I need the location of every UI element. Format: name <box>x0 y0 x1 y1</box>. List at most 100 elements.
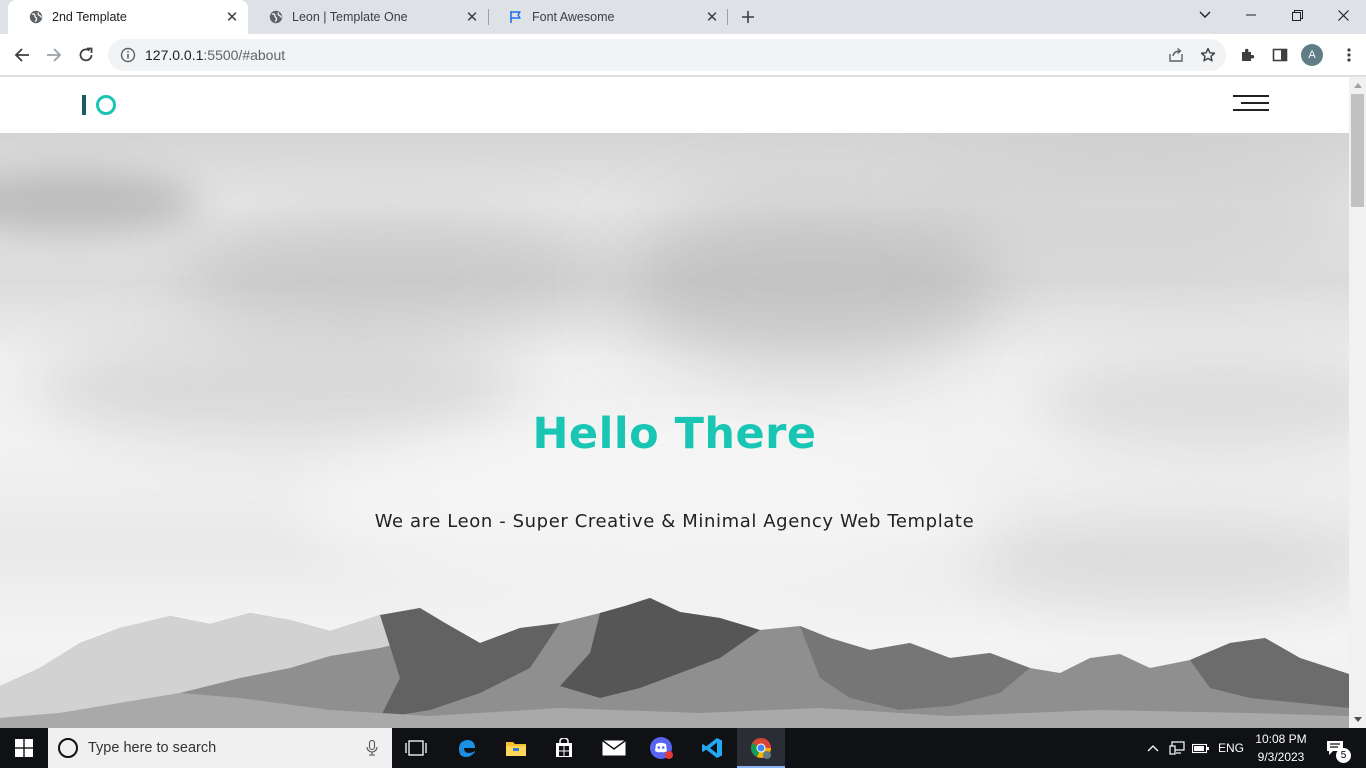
site-logo[interactable] <box>82 93 116 117</box>
vscode-icon <box>702 738 722 758</box>
tab-leon-template-one[interactable]: Leon | Template One ✕ <box>248 0 488 34</box>
close-window-button[interactable] <box>1320 0 1366 30</box>
hero-subtitle: We are Leon - Super Creative & Minimal A… <box>374 511 975 532</box>
tab-strip: 2nd Template ✕ Leon | Template One ✕ Fon… <box>0 0 1366 34</box>
task-view-button[interactable] <box>392 728 440 768</box>
profile-avatar[interactable]: A <box>1301 44 1323 66</box>
language-indicator[interactable]: ENG <box>1216 741 1246 755</box>
clock-date[interactable]: 9/3/2023 <box>1252 750 1310 764</box>
close-tab-icon[interactable]: ✕ <box>462 7 482 27</box>
page-viewport: Hello There We are Leon - Super Creative… <box>0 77 1349 728</box>
store-bag-icon <box>556 738 572 757</box>
battery-icon <box>1192 743 1209 754</box>
taskbar-chrome[interactable] <box>737 728 785 768</box>
forward-button[interactable] <box>39 40 69 70</box>
mail-icon <box>602 740 626 756</box>
mountain-range-image <box>0 598 1349 728</box>
chevron-down-icon <box>1199 11 1211 18</box>
notification-count-badge: 5 <box>1336 748 1351 763</box>
show-hidden-icons-button[interactable] <box>1143 728 1163 768</box>
tab-title: Leon | Template One <box>292 10 408 24</box>
windows-logo-icon <box>15 739 33 757</box>
share-button[interactable] <box>1161 40 1191 70</box>
tab-title: 2nd Template <box>52 10 127 24</box>
cloud-shade <box>900 143 1349 263</box>
taskbar-discord[interactable] <box>638 728 686 768</box>
hamburger-menu-button[interactable] <box>1233 95 1269 115</box>
tab-2nd-template[interactable]: 2nd Template ✕ <box>8 0 248 34</box>
cloud-shade <box>0 173 200 233</box>
tab-title: Font Awesome <box>532 10 615 24</box>
bookmark-button[interactable] <box>1193 40 1223 70</box>
search-placeholder: Type here to search <box>88 740 217 756</box>
restore-button[interactable] <box>1274 0 1320 30</box>
extensions-button[interactable] <box>1233 40 1263 70</box>
menu-button[interactable] <box>1334 40 1364 70</box>
url-path: :5500/#about <box>203 47 286 63</box>
url-host: 127.0.0.1 <box>145 47 204 63</box>
arrow-left-icon <box>14 48 29 62</box>
reload-button[interactable] <box>71 40 101 70</box>
scroll-up-arrow[interactable] <box>1349 77 1366 94</box>
page-scrollbar[interactable] <box>1349 77 1366 728</box>
chrome-icon <box>751 738 771 759</box>
arrow-right-icon <box>47 48 62 62</box>
side-panel-icon <box>1272 48 1288 62</box>
new-tab-button[interactable] <box>736 5 760 29</box>
share-icon <box>1169 47 1183 62</box>
logo-bar <box>82 95 86 115</box>
flag-icon <box>508 9 524 25</box>
network-icon <box>1169 741 1185 755</box>
hamburger-line <box>1241 102 1269 104</box>
close-tab-icon[interactable]: ✕ <box>702 7 722 27</box>
side-panel-button[interactable] <box>1265 40 1295 70</box>
close-icon <box>1337 9 1349 21</box>
windows-taskbar: Type here to search ENG 10:08 PM 9/3/202… <box>0 728 1366 768</box>
more-vertical-icon <box>1347 48 1351 62</box>
globe-icon <box>28 9 44 25</box>
globe-icon <box>268 9 284 25</box>
taskbar-search-box[interactable]: Type here to search <box>48 728 392 768</box>
star-icon <box>1200 47 1216 62</box>
taskbar-mail[interactable] <box>590 728 638 768</box>
info-icon[interactable] <box>118 45 138 65</box>
cloud-shade <box>180 213 600 333</box>
chevron-up-icon <box>1147 745 1159 752</box>
hero-title: Hello There <box>532 409 817 459</box>
taskbar-file-explorer[interactable] <box>492 728 540 768</box>
network-button[interactable] <box>1166 728 1188 768</box>
start-button[interactable] <box>0 728 48 768</box>
discord-icon <box>650 737 673 759</box>
site-navbar <box>0 77 1349 133</box>
tab-search-button[interactable] <box>1182 0 1228 30</box>
microphone-icon[interactable] <box>366 740 378 756</box>
tab-separator <box>727 9 728 25</box>
restore-icon <box>1291 9 1303 21</box>
edge-icon <box>459 740 475 757</box>
folder-icon <box>506 742 526 756</box>
taskbar-store[interactable] <box>540 728 588 768</box>
cortana-icon <box>58 738 78 758</box>
taskbar-vscode[interactable] <box>688 728 736 768</box>
back-button[interactable] <box>7 40 37 70</box>
reload-icon <box>79 47 93 62</box>
minimize-button[interactable] <box>1228 0 1274 30</box>
hamburger-line <box>1233 95 1269 97</box>
browser-toolbar: 127.0.0.1:5500/#about A <box>0 34 1366 76</box>
plus-icon <box>742 11 754 23</box>
address-bar[interactable]: 127.0.0.1:5500/#about <box>108 39 1226 71</box>
taskbar-edge[interactable] <box>443 728 491 768</box>
close-tab-icon[interactable]: ✕ <box>222 7 242 27</box>
clock-time[interactable]: 10:08 PM <box>1252 732 1310 746</box>
scroll-down-arrow[interactable] <box>1349 711 1366 728</box>
tab-font-awesome[interactable]: Font Awesome ✕ <box>488 0 728 34</box>
action-center-button[interactable]: 5 <box>1318 728 1352 768</box>
battery-button[interactable] <box>1190 728 1212 768</box>
hamburger-line <box>1233 109 1269 111</box>
url-text: 127.0.0.1:5500/#about <box>145 47 285 63</box>
puzzle-icon <box>1242 48 1255 61</box>
logo-ring <box>96 95 116 115</box>
scroll-thumb[interactable] <box>1351 94 1364 207</box>
hero-section: Hello There We are Leon - Super Creative… <box>0 133 1349 728</box>
minimize-icon <box>1246 14 1256 16</box>
